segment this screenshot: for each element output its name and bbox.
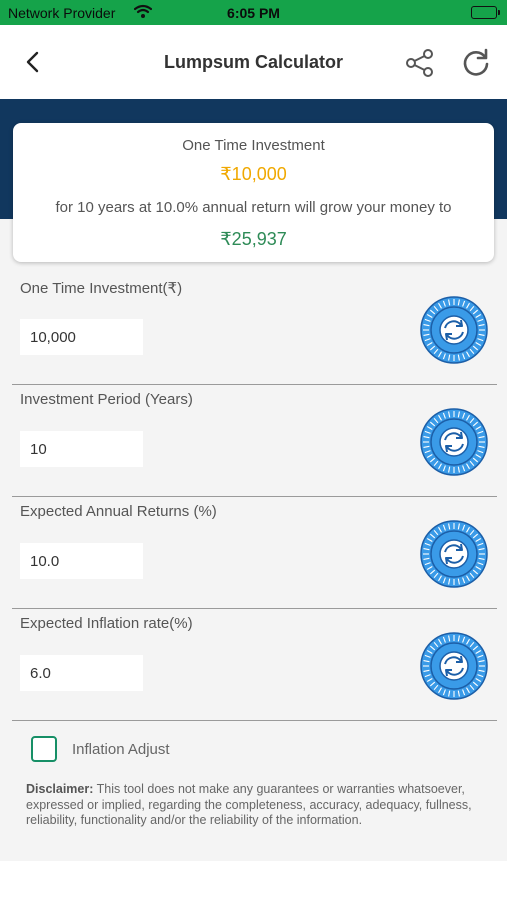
status-bar: Network Provider 6:05 PM	[0, 0, 507, 25]
field-one-time-investment: One Time Investment(₹)	[12, 273, 497, 385]
disclaimer: Disclaimer: This tool does not make any …	[26, 782, 476, 829]
field-investment-period: Investment Period (Years)	[12, 385, 497, 497]
share-icon[interactable]	[404, 47, 436, 79]
inflation-adjust-row[interactable]: Inflation Adjust	[31, 736, 331, 764]
investment-amount: ₹10,000	[220, 164, 287, 184]
dial-icon[interactable]	[420, 632, 488, 700]
status-time: 6:05 PM	[227, 5, 280, 21]
dial-icon[interactable]	[420, 296, 488, 364]
investment-amount-input[interactable]	[20, 319, 143, 355]
field-inflation-rate: Expected Inflation rate(%)	[12, 609, 497, 721]
inflation-rate-input[interactable]	[20, 655, 143, 691]
inflation-adjust-label: Inflation Adjust	[72, 741, 170, 758]
field-label: One Time Investment(₹)	[20, 280, 183, 297]
refresh-icon[interactable]	[460, 47, 492, 79]
disclaimer-text: This tool does not make any guarantees o…	[26, 782, 472, 827]
inflation-adjust-checkbox[interactable]	[31, 736, 57, 762]
field-label: Investment Period (Years)	[20, 391, 193, 408]
field-label: Expected Inflation rate(%)	[20, 615, 193, 632]
annual-returns-input[interactable]	[20, 543, 143, 579]
field-annual-returns: Expected Annual Returns (%)	[12, 497, 497, 609]
investment-period-input[interactable]	[20, 431, 143, 467]
field-label: Expected Annual Returns (%)	[20, 503, 217, 520]
summary-description: for 10 years at 10.0% annual return will…	[55, 199, 452, 216]
summary-card: One Time Investment ₹10,000 for 10 years…	[13, 123, 494, 262]
disclaimer-title: Disclaimer:	[26, 782, 94, 796]
dial-icon[interactable]	[420, 408, 488, 476]
battery-icon	[471, 6, 500, 19]
maturity-amount: ₹25,937	[220, 229, 287, 249]
dial-icon[interactable]	[420, 520, 488, 588]
summary-label: One Time Investment	[182, 137, 325, 154]
navigation-bar: Lumpsum Calculator	[0, 25, 507, 99]
